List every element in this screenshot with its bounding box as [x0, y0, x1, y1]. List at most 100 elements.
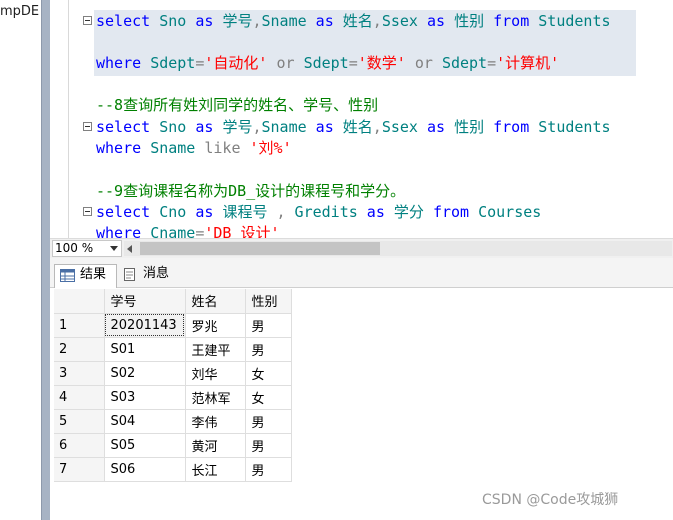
row-number[interactable]: 5: [54, 409, 105, 434]
collapse-toggle-icon[interactable]: [83, 122, 92, 131]
tab-results[interactable]: 结果: [54, 264, 117, 288]
code-token: Gredits: [294, 203, 358, 221]
table-cell[interactable]: 罗兆: [185, 313, 246, 338]
row-number-header[interactable]: [54, 289, 105, 314]
table-cell[interactable]: 刘华: [185, 361, 246, 386]
scrollbar-thumb[interactable]: [140, 242, 380, 255]
table-cell[interactable]: 李伟: [185, 409, 246, 434]
code-token: ,: [372, 118, 382, 136]
code-line[interactable]: --8查询所有姓刘同学的姓名、学号、性别: [96, 95, 378, 115]
code-token: 姓名: [342, 12, 373, 30]
message-icon: [124, 268, 135, 281]
table-row[interactable]: 7 S06 长江 男: [54, 457, 292, 482]
code-token: 性别: [454, 118, 485, 136]
table-cell[interactable]: 20201143: [104, 313, 186, 338]
table-cell[interactable]: S06: [104, 457, 186, 482]
tab-messages[interactable]: 消息: [118, 264, 176, 288]
table-row[interactable]: 2 S01 王建平 男: [54, 337, 292, 362]
code-line[interactable]: select Cno as 课程号 , Gredits as 学分 from C…: [96, 202, 541, 222]
table-cell[interactable]: S05: [104, 433, 186, 458]
code-token: Sdept: [303, 54, 349, 72]
results-grid[interactable]: 学号 姓名 性别 1 20201143 罗兆 男 2 S01 王建平 男 3 S…: [54, 289, 292, 482]
code-token: Ssex: [381, 12, 418, 30]
table-cell[interactable]: S01: [104, 337, 186, 362]
table-cell[interactable]: 黄河: [185, 433, 246, 458]
row-number[interactable]: 4: [54, 385, 105, 410]
code-token: as: [315, 118, 334, 136]
column-header[interactable]: 学号: [104, 289, 186, 314]
table-row[interactable]: 5 S04 李伟 男: [54, 409, 292, 434]
code-token: Students: [538, 118, 611, 136]
panel-splitter[interactable]: [41, 0, 50, 520]
horizontal-scrollbar[interactable]: [124, 241, 672, 256]
code-token: select: [96, 12, 151, 30]
table-cell[interactable]: 男: [245, 457, 292, 482]
code-token: Sdept: [441, 54, 488, 72]
code-token: '刘%': [249, 139, 292, 157]
code-line[interactable]: where Sdept='自动化' or Sdept='数学' or Sdept…: [96, 53, 559, 73]
object-explorer-panel: mpDE: [0, 0, 41, 520]
collapse-toggle-icon[interactable]: [83, 16, 92, 25]
code-token: Sdept: [150, 54, 196, 72]
row-number[interactable]: 3: [54, 361, 105, 386]
code-token: as: [426, 118, 446, 136]
code-line[interactable]: --9查询课程名称为DB_设计的课程号和学分。: [96, 181, 405, 201]
collapse-toggle-icon[interactable]: [83, 207, 92, 216]
code-token: 性别: [454, 12, 485, 30]
row-number[interactable]: 6: [54, 433, 105, 458]
code-line[interactable]: select Sno as 学号,Sname as 姓名,Ssex as 性别 …: [96, 11, 611, 31]
code-token: Cno: [159, 203, 187, 221]
code-token: where: [96, 54, 142, 72]
code-token: ,: [276, 203, 286, 221]
object-explorer-item[interactable]: mpDE: [0, 4, 39, 19]
grid-header-row: 学号 姓名 性别: [54, 289, 292, 314]
zoom-dropdown[interactable]: 100 %: [52, 240, 122, 257]
table-cell[interactable]: 王建平: [185, 337, 246, 362]
row-number[interactable]: 7: [54, 457, 105, 482]
table-cell[interactable]: S02: [104, 361, 186, 386]
table-row[interactable]: 3 S02 刘华 女: [54, 361, 292, 386]
table-cell[interactable]: 男: [245, 337, 292, 362]
code-token: as: [366, 203, 385, 221]
table-row[interactable]: 1 20201143 罗兆 男: [54, 313, 292, 338]
chevron-down-icon: [110, 246, 118, 251]
code-token: Sno: [159, 12, 187, 30]
code-token: as: [195, 12, 214, 30]
code-line[interactable]: where Cname='DB_设计': [96, 223, 280, 238]
table-cell[interactable]: 范林军: [185, 385, 246, 410]
table-row[interactable]: 4 S03 范林军 女: [54, 385, 292, 410]
scroll-left-icon[interactable]: [127, 245, 132, 253]
code-token: Courses: [478, 203, 542, 221]
sql-editor[interactable]: select Sno as 学号,Sname as 姓名,Ssex as 性别 …: [50, 0, 673, 238]
table-cell[interactable]: 女: [245, 385, 292, 410]
table-cell[interactable]: S03: [104, 385, 186, 410]
code-line[interactable]: select Sno as 学号,Sname as 姓名,Ssex as 性别 …: [96, 117, 611, 137]
column-header[interactable]: 姓名: [185, 289, 246, 314]
code-token: --8查询所有姓刘同学的姓名、学号、性别: [96, 96, 379, 114]
table-cell[interactable]: 长江: [185, 457, 246, 482]
table-cell[interactable]: 男: [245, 433, 292, 458]
row-number[interactable]: 2: [54, 337, 105, 362]
code-token: =: [487, 54, 497, 72]
code-token: from: [493, 12, 530, 30]
code-token: 课程号: [222, 203, 268, 221]
code-line[interactable]: where Sname like '刘%': [96, 138, 292, 158]
table-cell[interactable]: 男: [245, 409, 292, 434]
table-row[interactable]: 6 S05 黄河 男: [54, 433, 292, 458]
column-header[interactable]: 性别: [245, 289, 292, 314]
table-cell[interactable]: S04: [104, 409, 186, 434]
code-token: where: [96, 139, 142, 157]
table-cell[interactable]: 女: [245, 361, 292, 386]
table-cell[interactable]: 男: [245, 313, 292, 338]
row-number[interactable]: 1: [54, 313, 105, 338]
